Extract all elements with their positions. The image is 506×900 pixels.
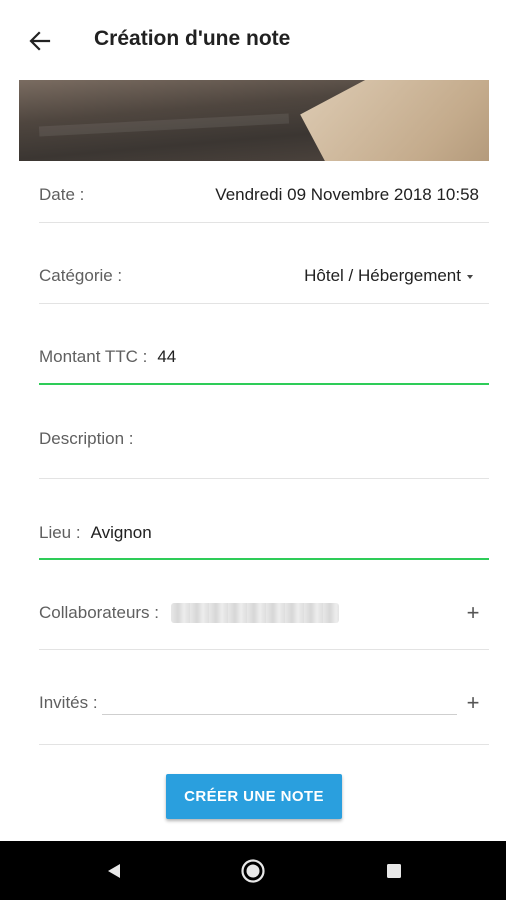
category-select[interactable]: Hôtel / Hébergement [304, 266, 473, 286]
collaborators-field: Collaborateurs : + [39, 598, 489, 628]
guests-input[interactable] [101, 691, 457, 715]
divider [39, 303, 489, 304]
header-image [19, 80, 489, 161]
description-label: Description : [39, 429, 134, 448]
amount-underline [39, 383, 489, 385]
location-input[interactable]: Avignon [91, 523, 152, 543]
category-field: Catégorie : Hôtel / Hébergement [39, 261, 489, 291]
location-label: Lieu : [39, 523, 81, 542]
floor-texture [38, 113, 290, 137]
plus-icon[interactable]: + [461, 692, 485, 714]
location-underline [39, 558, 489, 560]
divider [39, 744, 489, 745]
divider [39, 649, 489, 650]
description-field[interactable]: Description : [39, 424, 489, 454]
date-value[interactable]: Vendredi 09 Novembre 2018 10:58 [215, 185, 479, 205]
amount-field[interactable]: Montant TTC : 44 [39, 342, 489, 372]
nav-home-button[interactable] [238, 856, 268, 886]
divider [39, 478, 489, 479]
app-bar: Création d'une note [0, 0, 506, 80]
wooden-board [300, 80, 489, 161]
plus-icon[interactable]: + [461, 602, 485, 624]
collaborator-chip-blurred[interactable] [171, 603, 340, 623]
square-recents-icon [387, 864, 401, 878]
divider [39, 222, 489, 223]
amount-input[interactable]: 44 [157, 347, 176, 367]
page-title: Création d'une note [94, 27, 291, 50]
triangle-back-icon [108, 864, 120, 878]
back-button[interactable] [22, 24, 58, 58]
date-field[interactable]: Date : Vendredi 09 Novembre 2018 10:58 [39, 180, 489, 210]
nav-back-button[interactable] [99, 856, 129, 886]
system-nav-bar [0, 841, 506, 900]
category-value: Hôtel / Hébergement [304, 266, 461, 285]
collaborators-label: Collaborateurs : [39, 603, 160, 622]
guests-field: Invités : + [39, 688, 489, 718]
create-note-button[interactable]: CRÉER UNE NOTE [166, 774, 342, 819]
date-label: Date : [39, 185, 85, 204]
category-label: Catégorie : [39, 266, 123, 285]
circle-home-icon [241, 859, 265, 883]
nav-recents-button[interactable] [379, 856, 409, 886]
guests-label: Invités : [39, 693, 98, 712]
dropdown-caret-icon [467, 274, 473, 279]
location-field[interactable]: Lieu : Avignon [39, 518, 489, 548]
arrow-left-icon [29, 31, 51, 51]
amount-label: Montant TTC : [39, 347, 148, 366]
